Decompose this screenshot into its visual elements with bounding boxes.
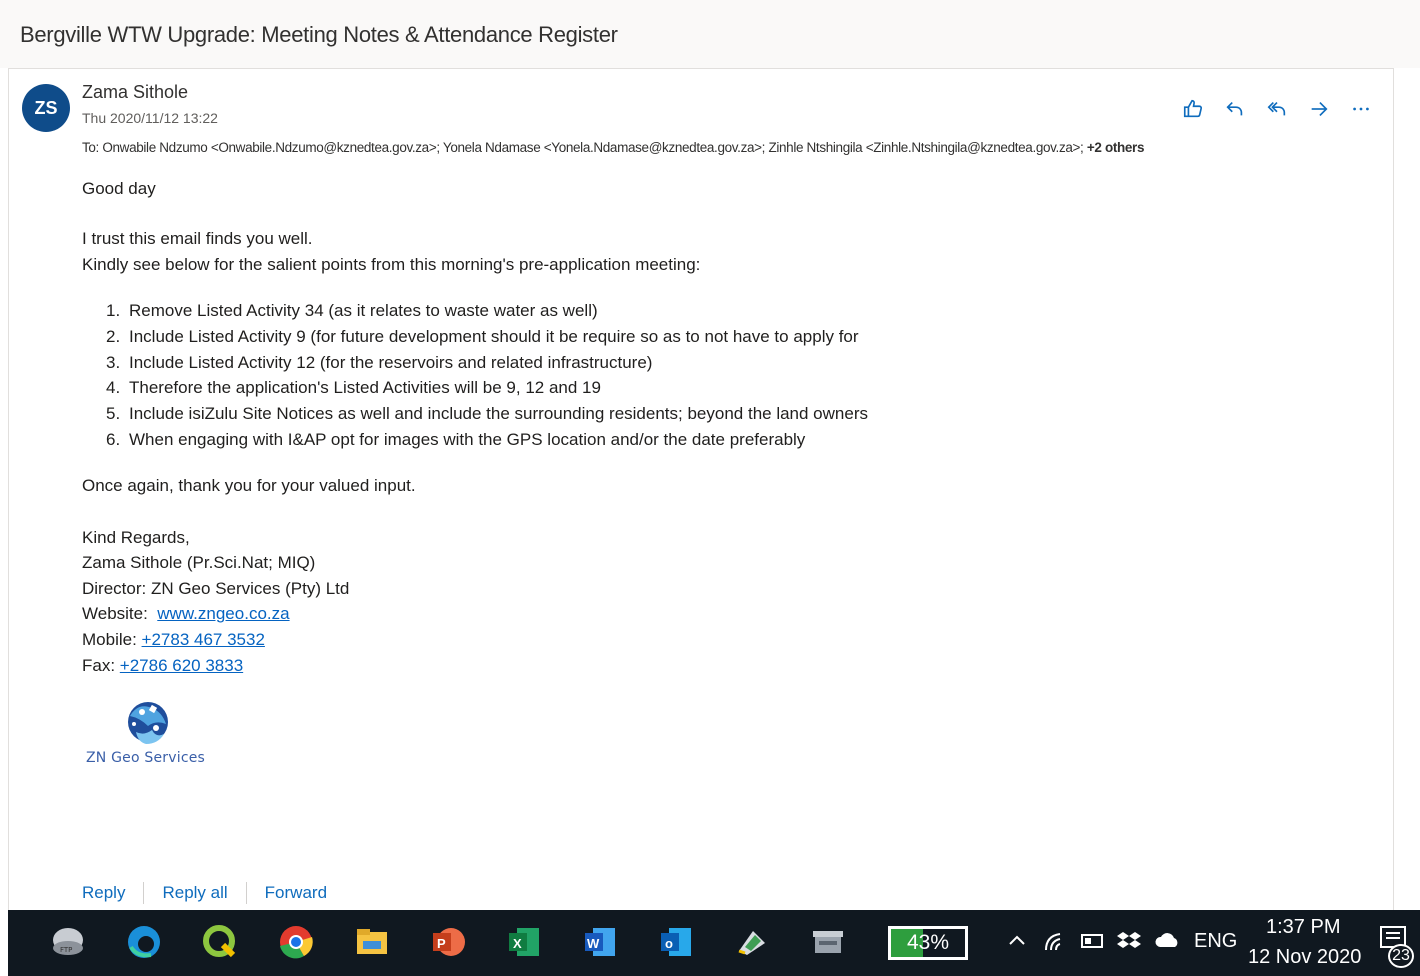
sig-mobile: Mobile: +2783 467 3532 [82, 630, 265, 649]
recipients-list[interactable]: Onwabile Ndzumo <Onwabile.Ndzumo@kznedte… [102, 140, 1083, 155]
fax-link[interactable]: +2786 620 3833 [120, 656, 243, 675]
footer-actions: Reply Reply all Forward [82, 882, 327, 904]
email-subject: Bergville WTW Upgrade: Meeting Notes & A… [20, 22, 618, 47]
to-label: To: [82, 140, 99, 155]
sig-title: Director: ZN Geo Services (Pty) Ltd [82, 579, 350, 598]
explorer-drive-icon[interactable]: FTP [48, 922, 88, 962]
recipients-line: To: Onwabile Ndzumo <Onwabile.Ndzumo@kzn… [82, 140, 1144, 155]
svg-text:P: P [437, 936, 446, 951]
reply-all-button[interactable]: Reply all [162, 883, 227, 903]
sig-website: Website: www.zngeo.co.za [82, 604, 290, 623]
sig-name: Zama Sithole (Pr.Sci.Nat; MIQ) [82, 553, 316, 572]
sig-fax: Fax: +2786 620 3833 [82, 656, 244, 675]
svg-text:o: o [665, 936, 673, 951]
company-logo: ZN Geo Services [86, 698, 216, 772]
word-icon[interactable]: W [580, 922, 620, 962]
clock-date[interactable]: 12 Nov 2020 [1248, 946, 1361, 969]
qgis-icon[interactable] [200, 922, 240, 962]
svg-text:W: W [587, 936, 600, 951]
mobile-link[interactable]: +2783 467 3532 [142, 630, 265, 649]
message-actions [1176, 94, 1378, 124]
archive-icon[interactable] [808, 922, 848, 962]
divider [245, 882, 247, 904]
sent-date: Thu 2020/11/12 13:22 [82, 110, 218, 126]
language-indicator[interactable]: ENG [1194, 930, 1237, 953]
chevron-up-icon[interactable] [1006, 930, 1028, 958]
file-explorer-icon[interactable] [352, 922, 392, 962]
edge-icon[interactable] [124, 922, 164, 962]
divider [143, 882, 145, 904]
reply-icon[interactable] [1218, 94, 1252, 124]
intro-line-1: I trust this email finds you well. [82, 229, 313, 248]
reply-button[interactable]: Reply [82, 883, 125, 903]
list-item: 5. Include isiZulu Site Notices as well a… [106, 404, 868, 424]
avatar[interactable]: ZS [22, 84, 70, 132]
list-item: 2. Include Listed Activity 9 (for future … [106, 326, 859, 346]
like-icon[interactable] [1176, 94, 1210, 124]
list-item: 3. Include Listed Activity 12 (for the re… [106, 352, 653, 372]
powerpoint-icon[interactable]: P [428, 922, 468, 962]
battery-percent: 43% [906, 931, 950, 954]
clock-time[interactable]: 1:37 PM [1266, 916, 1340, 939]
wifi-icon[interactable] [1044, 930, 1068, 958]
display-icon[interactable] [1080, 930, 1104, 958]
logo-text: ZN Geo Services [86, 750, 206, 766]
outlook-icon[interactable]: o [656, 922, 696, 962]
subject-bar: Bergville WTW Upgrade: Meeting Notes & A… [0, 0, 1420, 68]
list-item: 4. Therefore the application's Listed Act… [106, 378, 601, 398]
forward-button[interactable]: Forward [265, 883, 327, 903]
dropbox-icon[interactable] [1116, 930, 1142, 960]
svg-text:FTP: FTP [60, 946, 72, 954]
pen-tool-icon[interactable] [732, 922, 772, 962]
closing-line: Once again, thank you for your valued in… [82, 476, 416, 495]
others-link[interactable]: +2 others [1087, 140, 1145, 155]
sig-regards: Kind Regards, [82, 528, 190, 547]
excel-icon[interactable]: X [504, 922, 544, 962]
intro-line-2: Kindly see below for the salient points … [82, 255, 701, 274]
meeting-points-list: 1. Remove Listed Activity 34 (as it relat… [106, 298, 868, 453]
forward-icon[interactable] [1302, 94, 1336, 124]
onedrive-icon[interactable] [1154, 930, 1182, 956]
puzzle-globe-icon [128, 702, 168, 744]
sender-name[interactable]: Zama Sithole [82, 82, 188, 103]
chrome-icon[interactable] [276, 922, 316, 962]
svg-text:X: X [513, 936, 522, 951]
list-item: 1. Remove Listed Activity 34 (as it relat… [106, 301, 598, 320]
list-item: 6. When engaging with I&AP opt for images… [106, 429, 806, 449]
more-icon[interactable] [1344, 94, 1378, 124]
reply-all-icon[interactable] [1260, 94, 1294, 124]
greeting: Good day [82, 179, 156, 198]
website-link[interactable]: www.zngeo.co.za [157, 604, 289, 623]
notification-count: 23 [1388, 944, 1414, 968]
battery-indicator[interactable]: 43% [888, 926, 968, 960]
taskbar: FTP P X W o 43% ENG 1:37 PM 12 Nov 2020 … [8, 910, 1420, 976]
